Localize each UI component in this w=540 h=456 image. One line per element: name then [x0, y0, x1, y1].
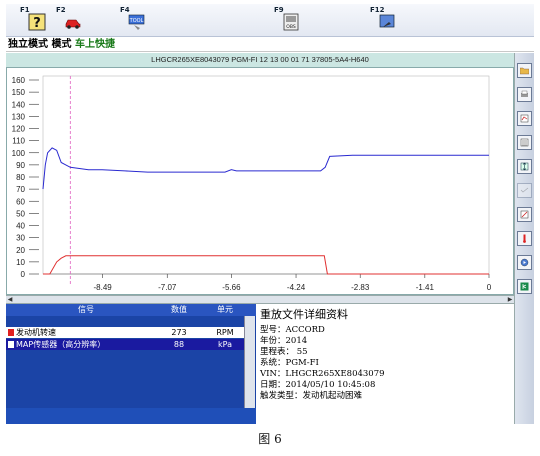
y-tick-label: 60 [16, 197, 25, 206]
app-window: F1 ? F2 F4 TOOL F9 OBS F12 独立模式 模式 车上快捷 … [6, 4, 534, 424]
vehicle-info-header: LHGCR265XE8043079 PGM-FI 12 13 00 01 71 … [6, 53, 514, 67]
obd-icon: OBS [283, 13, 299, 31]
signal-table: 信号 数值 单元 发动机转速 273 RPM MAP传感器（高分辨率） 88 k… [6, 304, 256, 424]
list-icon [520, 138, 529, 147]
mode-line: 独立模式 模式 车上快捷 [6, 37, 534, 52]
disabled-tool-button[interactable] [517, 183, 532, 198]
row-unit: RPM [216, 328, 234, 337]
y-tick-label: 130 [12, 112, 26, 121]
f1-help-button[interactable]: F1 ? [20, 6, 56, 34]
x-tick-label: -2.83 [351, 283, 370, 292]
y-tick-label: 160 [12, 76, 26, 85]
x-tick-label: -4.24 [287, 283, 306, 292]
x-tick-label: -7.07 [158, 283, 177, 292]
tool-icon: TOOL [129, 14, 145, 30]
trigger-icon [523, 234, 526, 243]
figure-caption: 图 6 [258, 432, 282, 446]
exit-icon [379, 14, 395, 28]
f2-vehicle-button[interactable]: F2 [56, 6, 92, 34]
x-tick-label: -5.66 [222, 283, 241, 292]
y-tick-label: 20 [16, 246, 25, 255]
scroll-left-icon[interactable]: ◀ [6, 296, 14, 303]
y-tick-label: 10 [16, 258, 25, 267]
svg-text:?: ? [33, 16, 41, 31]
chart-canvas: 0 10 20 30 40 50 60 70 80 90 100 110 120 130 140 150 160… [12, 75, 492, 292]
x-tick-label: 0 [487, 283, 492, 292]
chart-settings-icon [520, 114, 529, 123]
scroll-right-icon[interactable]: ▶ [506, 296, 514, 303]
y-tick-label: 40 [16, 222, 25, 231]
series-line [42, 147, 489, 190]
zoom-fit-icon [520, 162, 529, 171]
table-header: 信号 数值 单元 [6, 304, 256, 316]
replay-icon [520, 258, 529, 267]
detail-title: 重放文件详细资料 [260, 308, 348, 321]
horizontal-scrollbar[interactable]: ◀ ▶ [6, 295, 514, 304]
y-tick-label: 70 [16, 185, 25, 194]
plot-frame [42, 75, 490, 275]
exit-replay-button[interactable] [517, 279, 532, 294]
y-tick-label: 100 [12, 149, 26, 158]
row-value: 88 [173, 340, 185, 349]
replay-button[interactable] [517, 255, 532, 270]
open-file-button[interactable] [517, 63, 532, 78]
f12-exit-button[interactable]: F12 [370, 6, 406, 34]
disabled-icon [520, 187, 529, 193]
y-tick-label: 120 [12, 125, 26, 134]
open-icon [520, 67, 529, 75]
replay-detail-panel: 重放文件详细资料 型号：ACCORD 年份：2014 里程表： 55 系统：PG… [258, 304, 514, 424]
trigger-button[interactable] [517, 231, 532, 246]
y-tick-label: 30 [16, 234, 25, 243]
y-tick-label: 50 [16, 209, 25, 218]
y-tick-label: 0 [21, 270, 26, 279]
y-tick-label: 110 [12, 137, 25, 146]
row-signal-name: MAP传感器（高分辨率） [16, 340, 106, 349]
col-signal: 信号 [78, 305, 94, 314]
col-value: 数值 [171, 305, 187, 314]
function-key-toolbar: F1 ? F2 F4 TOOL F9 OBS F12 [6, 4, 534, 37]
x-tick-label: -8.49 [94, 283, 113, 292]
f4-tool-button[interactable]: F4 TOOL [120, 6, 156, 34]
edit-icon [520, 210, 529, 219]
print-icon [521, 90, 528, 97]
print-button[interactable] [517, 87, 532, 102]
exit-icon [520, 282, 529, 291]
series-line [43, 255, 489, 275]
y-tick-label: 140 [12, 100, 26, 109]
table-footer [6, 408, 256, 424]
right-toolbar [514, 53, 534, 424]
col-unit: 单元 [217, 305, 233, 314]
table-row[interactable]: MAP传感器（高分辨率） 88 kPa [6, 339, 244, 350]
row-color-swatch [8, 329, 14, 336]
row-unit: kPa [218, 340, 232, 349]
mode-highlight: 车上快捷 [71, 39, 115, 50]
obd-caption: OBS [286, 24, 296, 30]
help-icon: ? [28, 13, 46, 31]
edit-button[interactable] [517, 207, 532, 222]
zoom-fit-button[interactable] [517, 159, 532, 174]
car-icon [65, 19, 81, 29]
row-value: 273 [171, 328, 187, 337]
signal-chart[interactable]: 0 10 20 30 40 50 60 70 80 90 100 110 120 130 140 150 160… [6, 67, 514, 295]
y-tick-label: 80 [16, 173, 25, 182]
list-button[interactable] [517, 135, 532, 150]
chart-settings-button[interactable] [517, 111, 532, 126]
detail-trigger: 触发类型：发动机起动困难 [260, 391, 363, 401]
svg-text:TOOL: TOOL [129, 18, 144, 24]
table-row[interactable]: 发动机转速 273 RPM [6, 327, 244, 338]
row-color-swatch [8, 341, 14, 348]
x-tick-label: -1.41 [416, 283, 435, 292]
f9-obd-button[interactable]: F9 OBS [274, 6, 310, 34]
mode-prefix: 独立模式 模式 [8, 39, 72, 50]
y-tick-label: 90 [16, 161, 25, 170]
row-signal-name: 发动机转速 [16, 328, 56, 337]
y-tick-label: 150 [12, 88, 26, 97]
